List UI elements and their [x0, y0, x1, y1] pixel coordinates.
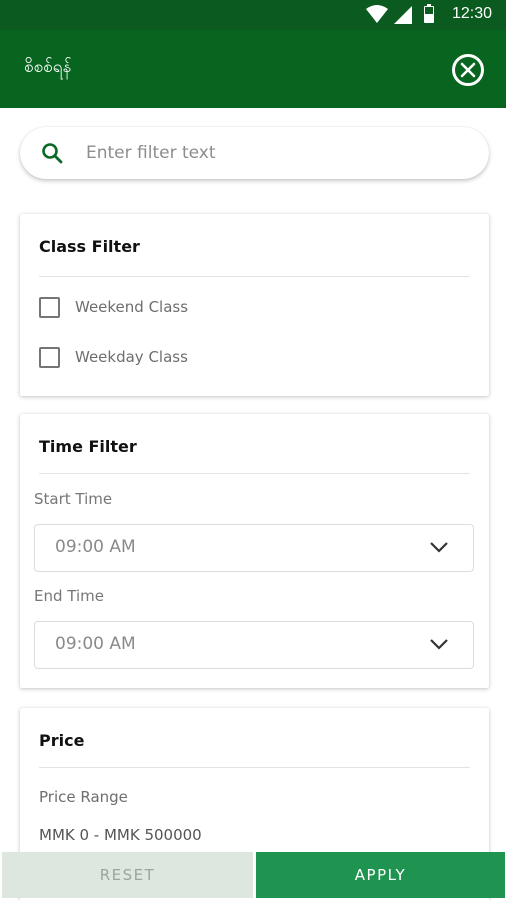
battery-icon: [424, 4, 434, 23]
end-time-select[interactable]: 09:00 AM: [34, 621, 474, 669]
divider: [39, 473, 470, 474]
search-icon: [42, 143, 63, 164]
checkbox-label: Weekend Class: [75, 298, 189, 316]
start-time-value: 09:00 AM: [55, 537, 136, 557]
time-filter-heading: Time Filter: [39, 437, 137, 456]
weekend-class-checkbox[interactable]: Weekend Class: [39, 294, 459, 324]
weekday-class-checkbox[interactable]: Weekday Class: [39, 344, 459, 374]
app-bar: စိစစ်ရန်: [0, 30, 506, 108]
chevron-down-icon: [430, 542, 448, 553]
chevron-down-icon: [430, 639, 448, 650]
time-filter-card: Time Filter Start Time 09:00 AM End Time…: [20, 414, 489, 688]
search-input[interactable]: [86, 137, 466, 169]
start-time-label: Start Time: [34, 490, 113, 508]
end-time-value: 09:00 AM: [55, 634, 136, 654]
checkbox[interactable]: [39, 347, 60, 368]
reset-button[interactable]: RESET: [2, 852, 253, 898]
price-range-value: MMK 0 - MMK 500000: [39, 826, 202, 844]
price-heading: Price: [39, 731, 85, 750]
signal-icon: [394, 6, 412, 24]
close-button[interactable]: [452, 54, 484, 86]
status-time: 12:30: [451, 5, 492, 22]
apply-button[interactable]: APPLY: [256, 852, 505, 898]
wifi-icon: [366, 5, 388, 23]
end-time-label: End Time: [34, 587, 104, 605]
divider: [39, 767, 470, 768]
class-filter-heading: Class Filter: [39, 237, 140, 256]
start-time-select[interactable]: 09:00 AM: [34, 524, 474, 572]
checkbox-label: Weekday Class: [75, 348, 188, 366]
page-title: စိစစ်ရန်: [24, 57, 72, 77]
close-icon: [460, 62, 476, 78]
divider: [39, 276, 470, 277]
search-bar[interactable]: [20, 127, 489, 179]
price-range-label: Price Range: [39, 788, 128, 806]
checkbox[interactable]: [39, 297, 60, 318]
class-filter-card: Class Filter Weekend Class Weekday Class: [20, 214, 489, 396]
status-bar: 12:30: [0, 0, 506, 30]
